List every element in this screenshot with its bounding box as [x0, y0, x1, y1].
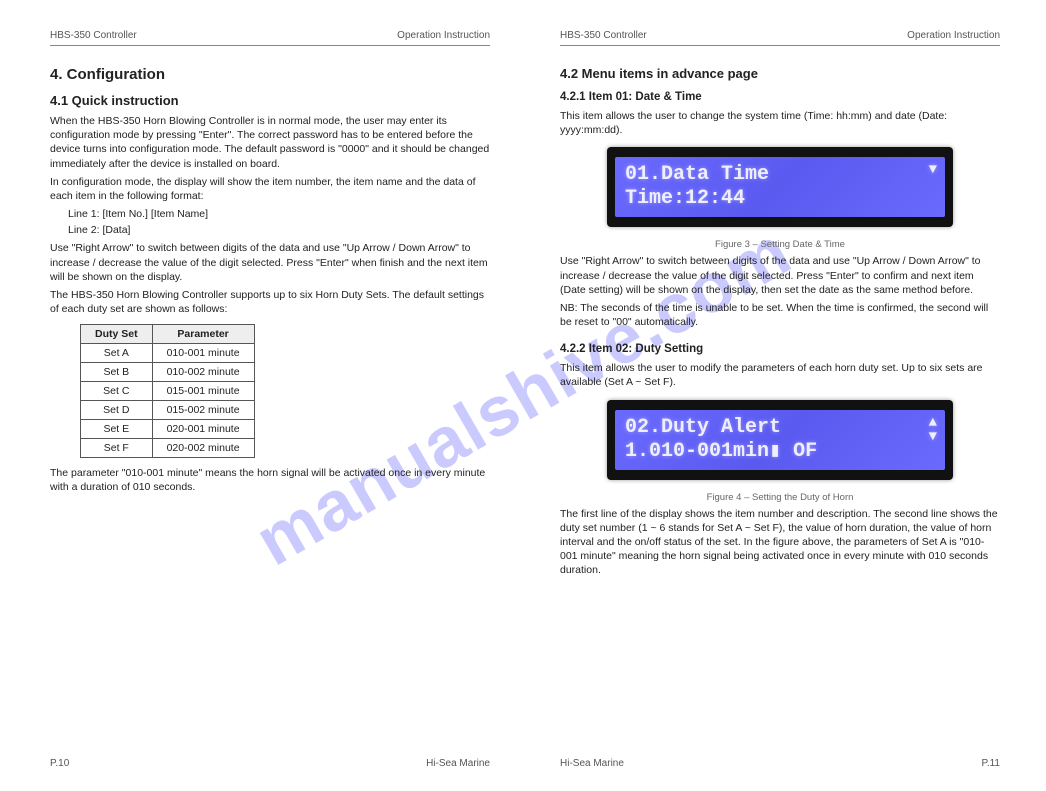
- table-row: Set A010-001 minute: [81, 344, 255, 363]
- footer-brand: Hi-Sea Marine: [426, 758, 490, 769]
- paragraph: The HBS-350 Horn Blowing Controller supp…: [50, 288, 490, 316]
- triangle-down-icon: ▼: [929, 163, 937, 177]
- cell: Set F: [81, 439, 153, 458]
- page-footer-left: P.10 Hi-Sea Marine: [50, 758, 490, 769]
- cell: 010-001 minute: [152, 344, 254, 363]
- duty-set-table: Duty Set Parameter Set A010-001 minute S…: [80, 324, 255, 458]
- header-subtitle: Operation Instruction: [397, 30, 490, 41]
- table-row: Set F020-002 minute: [81, 439, 255, 458]
- lcd-photo-datetime: ▼ 01.Data Time Time:12:44: [607, 147, 953, 227]
- cell: Set B: [81, 363, 153, 382]
- header-title: HBS-350 Controller: [50, 30, 137, 41]
- up-down-arrow-icon: ▲▼: [929, 416, 937, 444]
- note: NB: The seconds of the time is unable to…: [560, 301, 1000, 329]
- section-4-2-heading: 4.2 Menu items in advance page: [560, 66, 1000, 81]
- lcd-screen: ▲▼ 02.Duty Alert 1.010-001min▮ OF: [615, 410, 945, 470]
- cell: Set A: [81, 344, 153, 363]
- paragraph: Use "Right Arrow" to switch between digi…: [50, 241, 490, 284]
- cell: Set C: [81, 382, 153, 401]
- paragraph: This item allows the user to modify the …: [560, 361, 1000, 389]
- page-footer-right: Hi-Sea Marine P.11: [560, 758, 1000, 769]
- lcd-line2: Time:12:44: [625, 187, 935, 211]
- table-row: Set D015-002 minute: [81, 401, 255, 420]
- page-right: HBS-350 Controller Operation Instruction…: [560, 30, 1000, 581]
- page-left: HBS-350 Controller Operation Instruction…: [50, 30, 490, 499]
- lcd-line1: 01.Data Time: [625, 163, 935, 187]
- footer-brand: Hi-Sea Marine: [560, 758, 624, 769]
- table-head: Parameter: [152, 325, 254, 344]
- lcd-photo-duty: ▲▼ 02.Duty Alert 1.010-001min▮ OF: [607, 400, 953, 480]
- section-4-heading: 4. Configuration: [50, 66, 490, 83]
- cell: 015-001 minute: [152, 382, 254, 401]
- page-number: P.11: [981, 758, 1000, 769]
- lcd-line2: 1.010-001min▮ OF: [625, 440, 935, 464]
- paragraph: This item allows the user to change the …: [560, 109, 1000, 137]
- section-4-2-1-heading: 4.2.1 Item 01: Date & Time: [560, 91, 1000, 103]
- cell: Set E: [81, 420, 153, 439]
- figure-caption: Figure 4 – Setting the Duty of Horn: [560, 492, 1000, 503]
- lcd-line1: 02.Duty Alert: [625, 416, 935, 440]
- lcd-screen: ▼ 01.Data Time Time:12:44: [615, 157, 945, 217]
- table-head: Duty Set: [81, 325, 153, 344]
- page-number: P.10: [50, 758, 69, 769]
- paragraph: Use "Right Arrow" to switch between digi…: [560, 254, 1000, 297]
- paragraph: When the HBS-350 Horn Blowing Controller…: [50, 114, 490, 171]
- paragraph: The parameter "010-001 minute" means the…: [50, 466, 490, 494]
- cell: 010-002 minute: [152, 363, 254, 382]
- cell: 020-002 minute: [152, 439, 254, 458]
- section-4-2-2-heading: 4.2.2 Item 02: Duty Setting: [560, 343, 1000, 355]
- cell: Set D: [81, 401, 153, 420]
- cell: 015-002 minute: [152, 401, 254, 420]
- section-4-1-heading: 4.1 Quick instruction: [50, 93, 490, 108]
- cell: 020-001 minute: [152, 420, 254, 439]
- page-header-right: HBS-350 Controller Operation Instruction: [560, 30, 1000, 46]
- header-title: HBS-350 Controller: [560, 30, 647, 41]
- table-row: Set B010-002 minute: [81, 363, 255, 382]
- format-line2: Line 2: [Data]: [68, 223, 490, 237]
- table-row: Set C015-001 minute: [81, 382, 255, 401]
- page-header-left: HBS-350 Controller Operation Instruction: [50, 30, 490, 46]
- paragraph: In configuration mode, the display will …: [50, 175, 490, 203]
- figure-caption: Figure 3 – Setting Date & Time: [560, 239, 1000, 250]
- table-row: Set E020-001 minute: [81, 420, 255, 439]
- header-subtitle: Operation Instruction: [907, 30, 1000, 41]
- format-line1: Line 1: [Item No.] [Item Name]: [68, 207, 490, 221]
- paragraph: The first line of the display shows the …: [560, 507, 1000, 578]
